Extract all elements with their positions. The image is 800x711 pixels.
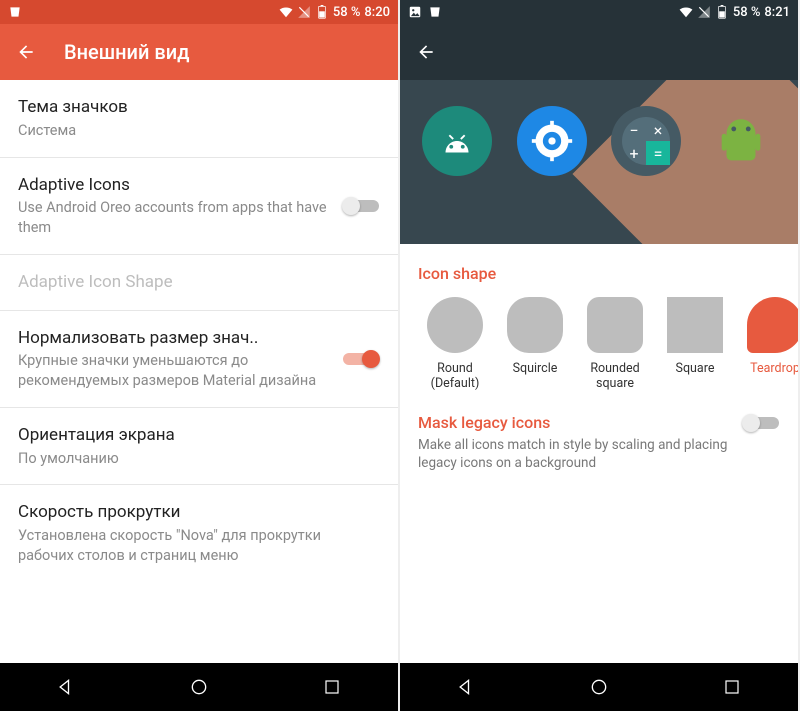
row-adaptive-icons[interactable]: Adaptive Icons Use Android Oreo accounts… bbox=[0, 158, 398, 255]
nav-back[interactable] bbox=[55, 676, 77, 698]
battery-icon bbox=[715, 5, 729, 19]
row-subtitle: По умолчанию bbox=[18, 449, 380, 469]
icon-preview-area: −× + = bbox=[400, 80, 798, 244]
battery-level: 58 % bbox=[333, 5, 361, 20]
nav-home[interactable] bbox=[188, 676, 210, 698]
preview-icon-android bbox=[706, 106, 776, 176]
battery-icon bbox=[315, 5, 329, 19]
row-normalize-size[interactable]: Нормализовать размер знач.. Крупные знач… bbox=[0, 311, 398, 408]
cell-signal-no-sim-icon bbox=[697, 5, 711, 19]
row-subtitle: Крупные значки уменьшаются до рекомендуе… bbox=[18, 351, 330, 390]
row-title: Ориентация экрана bbox=[18, 424, 380, 447]
shape-option-round[interactable]: Round (Default) bbox=[418, 297, 492, 391]
svg-text:+: + bbox=[630, 144, 639, 163]
nav-home[interactable] bbox=[588, 676, 610, 698]
mask-legacy-title: Mask legacy icons bbox=[418, 413, 730, 432]
row-mask-legacy-icons[interactable]: Mask legacy icons Make all icons match i… bbox=[400, 399, 798, 486]
row-subtitle: Система bbox=[18, 121, 380, 141]
back-button[interactable] bbox=[416, 42, 436, 62]
preview-icon-settings bbox=[517, 106, 587, 176]
nav-back[interactable] bbox=[455, 676, 477, 698]
check-notif-icon bbox=[8, 5, 22, 19]
row-title: Adaptive Icon Shape bbox=[18, 271, 380, 294]
settings-list: Тема значков Система Adaptive Icons Use … bbox=[0, 80, 398, 663]
shape-option-rounded-square[interactable]: Rounded square bbox=[578, 297, 652, 391]
mask-legacy-switch[interactable] bbox=[742, 413, 780, 433]
row-subtitle: Установлена скорость "Nova" для прокрутк… bbox=[18, 526, 380, 565]
row-title: Скорость прокрутки bbox=[18, 501, 380, 524]
svg-text:−: − bbox=[630, 121, 639, 140]
shape-option-squircle[interactable]: Squircle bbox=[498, 297, 572, 391]
shape-label: Teardrop bbox=[738, 361, 798, 376]
image-notif-icon bbox=[408, 5, 422, 19]
row-adaptive-shape: Adaptive Icon Shape bbox=[0, 255, 398, 311]
row-icon-theme[interactable]: Тема значков Система bbox=[0, 80, 398, 158]
shape-label: Round (Default) bbox=[418, 361, 492, 391]
row-title: Нормализовать размер знач.. bbox=[18, 327, 330, 350]
row-orientation[interactable]: Ориентация экрана По умолчанию bbox=[0, 408, 398, 486]
clock: 8:20 bbox=[364, 5, 390, 20]
normalize-size-switch[interactable] bbox=[342, 349, 380, 369]
left-screenshot: 58 % 8:20 Внешний вид Тема значков Систе… bbox=[0, 0, 400, 711]
battery-level: 58 % bbox=[733, 5, 761, 20]
screen-title: Внешний вид bbox=[64, 40, 190, 64]
app-bar: Внешний вид bbox=[0, 24, 398, 80]
wifi-icon bbox=[279, 5, 293, 19]
mask-legacy-desc: Make all icons match in style by scaling… bbox=[418, 436, 730, 472]
preview-icon-android-studio bbox=[422, 106, 492, 176]
icon-shape-panel: Icon shape Round (Default) Squircle Roun… bbox=[400, 244, 798, 663]
adaptive-icons-switch[interactable] bbox=[342, 196, 380, 216]
cell-signal-no-sim-icon bbox=[297, 5, 311, 19]
check-notif-icon bbox=[428, 5, 442, 19]
row-title: Adaptive Icons bbox=[18, 174, 330, 197]
app-bar bbox=[400, 24, 798, 80]
back-button[interactable] bbox=[16, 42, 36, 62]
preview-icon-calculator: −× + = bbox=[611, 106, 681, 176]
shape-options: Round (Default) Squircle Rounded square … bbox=[400, 293, 798, 399]
wifi-icon bbox=[679, 5, 693, 19]
shape-option-square[interactable]: Square bbox=[658, 297, 732, 391]
section-title-icon-shape: Icon shape bbox=[400, 244, 798, 293]
nav-recent[interactable] bbox=[321, 676, 343, 698]
row-subtitle: Use Android Oreo accounts from apps that… bbox=[18, 198, 330, 237]
nav-bar bbox=[400, 663, 798, 711]
svg-text:=: = bbox=[654, 144, 663, 163]
nav-recent[interactable] bbox=[721, 676, 743, 698]
shape-label: Square bbox=[658, 361, 732, 376]
svg-text:×: × bbox=[654, 121, 663, 140]
status-bar: 58 % 8:21 bbox=[400, 0, 798, 24]
right-screenshot: 58 % 8:21 −× + = Icon shape bbox=[400, 0, 800, 711]
shape-label: Squircle bbox=[498, 361, 572, 376]
row-title: Тема значков bbox=[18, 96, 380, 119]
status-bar: 58 % 8:20 bbox=[0, 0, 398, 24]
row-scroll-speed[interactable]: Скорость прокрутки Установлена скорость … bbox=[0, 485, 398, 581]
shape-label: Rounded square bbox=[578, 361, 652, 391]
shape-option-teardrop[interactable]: Teardrop bbox=[738, 297, 798, 391]
nav-bar bbox=[0, 663, 398, 711]
clock: 8:21 bbox=[764, 5, 790, 20]
